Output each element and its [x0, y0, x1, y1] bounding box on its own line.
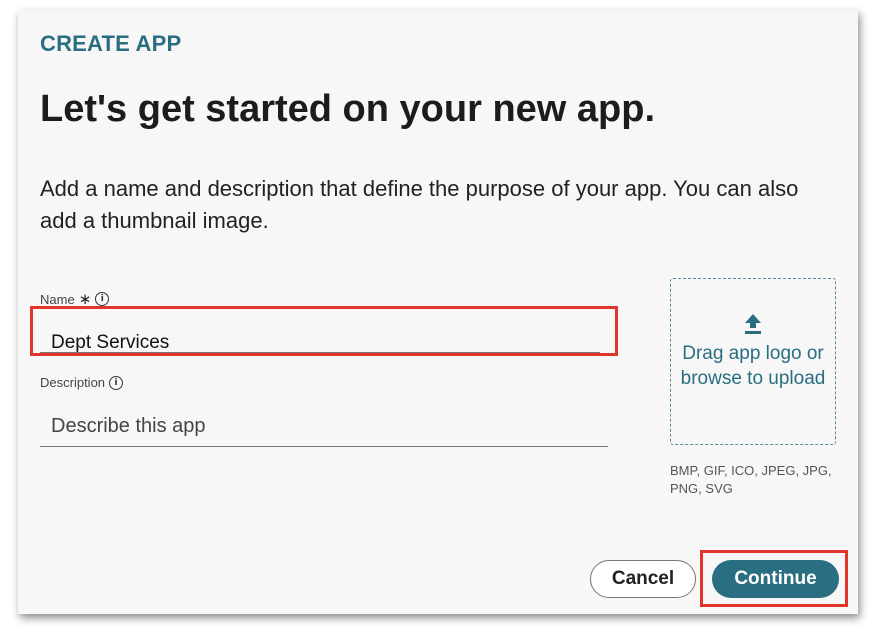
supported-formats: BMP, GIF, ICO, JPEG, JPG, PNG, SVG	[670, 463, 832, 496]
dialog-description: Add a name and description that define t…	[40, 176, 799, 233]
info-icon[interactable]: i	[109, 375, 124, 390]
dialog-title: Let's get started on your new app.	[40, 88, 656, 130]
create-app-dialog: CREATE APP Let's get started on your new…	[18, 10, 858, 614]
dialog-eyebrow: CREATE APP	[40, 31, 182, 56]
upload-text: Drag app logo or browse to upload	[680, 343, 826, 389]
continue-button-highlight	[700, 550, 848, 607]
cancel-button[interactable]: Cancel	[590, 560, 696, 598]
info-icon[interactable]: i	[95, 292, 110, 306]
upload-icon	[745, 314, 761, 334]
name-field-highlight	[30, 306, 618, 356]
description-label: Description	[40, 375, 106, 390]
name-label: Name	[40, 291, 75, 307]
description-label-row: Description i	[40, 375, 124, 390]
logo-upload-dropzone[interactable]: Drag app logo or browse to upload	[670, 278, 836, 445]
description-input[interactable]	[40, 407, 608, 447]
